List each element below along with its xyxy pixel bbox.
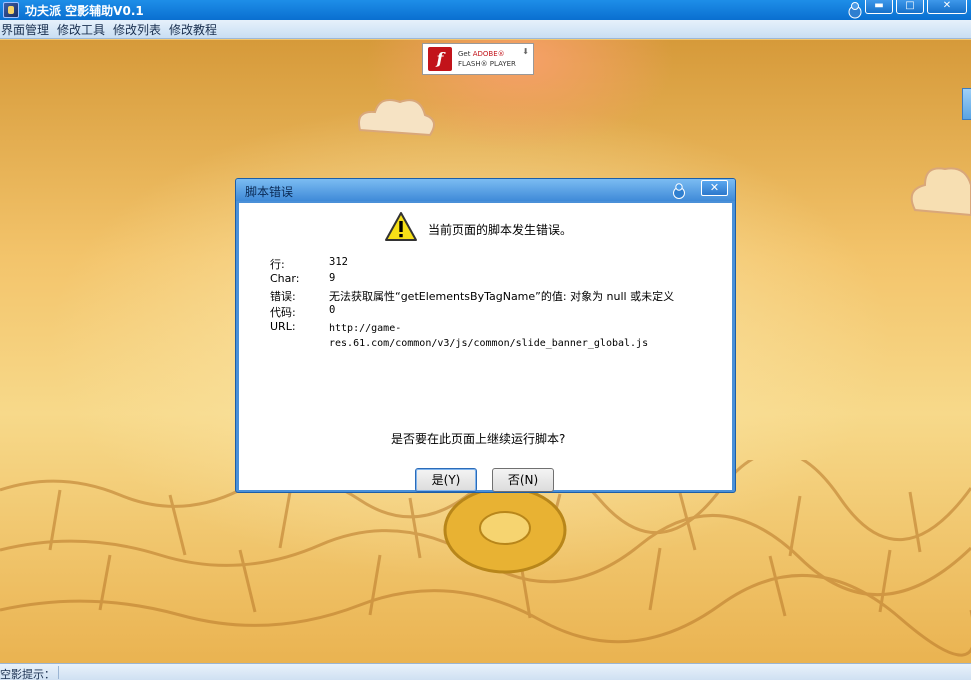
minimize-button[interactable]: ▬ (865, 0, 893, 14)
flash-brand-label: ADOBE® (472, 50, 505, 58)
flash-logo-icon: f (428, 47, 452, 71)
status-label: 空影提示： (0, 668, 55, 680)
script-error-dialog: 脚本错误 ✕ 当前页面的脚本发生错误。 行: 312 Char: 9 错误: 无… (235, 178, 736, 493)
maximize-button[interactable]: □ (896, 0, 924, 14)
status-bar: 空影提示： (0, 663, 971, 680)
char-value: 9 (329, 272, 336, 284)
dialog-title: 脚本错误 (245, 185, 294, 199)
download-arrow-icon: ⬇ (522, 47, 529, 56)
flash-get-label: Get (458, 50, 471, 58)
no-button[interactable]: 否(N) (492, 468, 554, 492)
dialog-close-button[interactable]: ✕ (701, 180, 728, 196)
cloud-decoration (358, 99, 435, 137)
close-button[interactable]: ✕ (927, 0, 967, 14)
error-label: 错误: (270, 290, 296, 303)
error-headline: 当前页面的脚本发生错误。 (428, 223, 573, 237)
menu-item-tools[interactable]: 修改工具 (56, 21, 112, 38)
url-value: http://game- res.61.com/common/v3/js/com… (329, 323, 649, 349)
flash-badge-text: Get ADOBE® FLASH® PLAYER (458, 49, 516, 69)
cloud-decoration (910, 167, 971, 217)
get-flash-player-badge[interactable]: f Get ADOBE® FLASH® PLAYER ⬇ (422, 43, 534, 75)
mascot-icon (673, 183, 685, 199)
window-title: 功夫派 空影辅助V0.1 (25, 3, 144, 18)
app-icon (3, 2, 19, 18)
dialog-body: 当前页面的脚本发生错误。 行: 312 Char: 9 错误: 无法获取属性“g… (239, 203, 732, 492)
error-value: 无法获取属性“getElementsByTagName”的值: 对象为 null… (329, 290, 675, 303)
dialog-titlebar: 脚本错误 ✕ (236, 179, 735, 201)
menu-bar: 界面管理 修改工具 修改列表 修改教程 (0, 20, 971, 39)
yes-button[interactable]: 是(Y) (415, 468, 477, 492)
code-label: 代码: (270, 306, 296, 319)
continue-question: 是否要在此页面上继续运行脚本? (391, 432, 566, 446)
status-divider (58, 666, 59, 679)
window-controls: ▬ □ ✕ (865, 0, 967, 14)
side-panel-tab[interactable] (962, 88, 971, 120)
menu-item-tutorial[interactable]: 修改教程 (168, 21, 224, 38)
code-value: 0 (329, 304, 336, 316)
golden-coin (443, 486, 567, 574)
line-value: 312 (329, 256, 348, 268)
line-label: 行: (270, 258, 285, 271)
flash-product-label: FLASH® PLAYER (458, 60, 516, 68)
url-label: URL: (270, 320, 296, 333)
menu-item-interface[interactable]: 界面管理 (0, 21, 56, 38)
mascot-icon (848, 2, 862, 19)
window-titlebar: 功夫派 空影辅助V0.1 ▬ □ ✕ (0, 0, 971, 20)
char-label: Char: (270, 272, 300, 285)
warning-icon (385, 212, 417, 241)
menu-item-list[interactable]: 修改列表 (112, 21, 168, 38)
